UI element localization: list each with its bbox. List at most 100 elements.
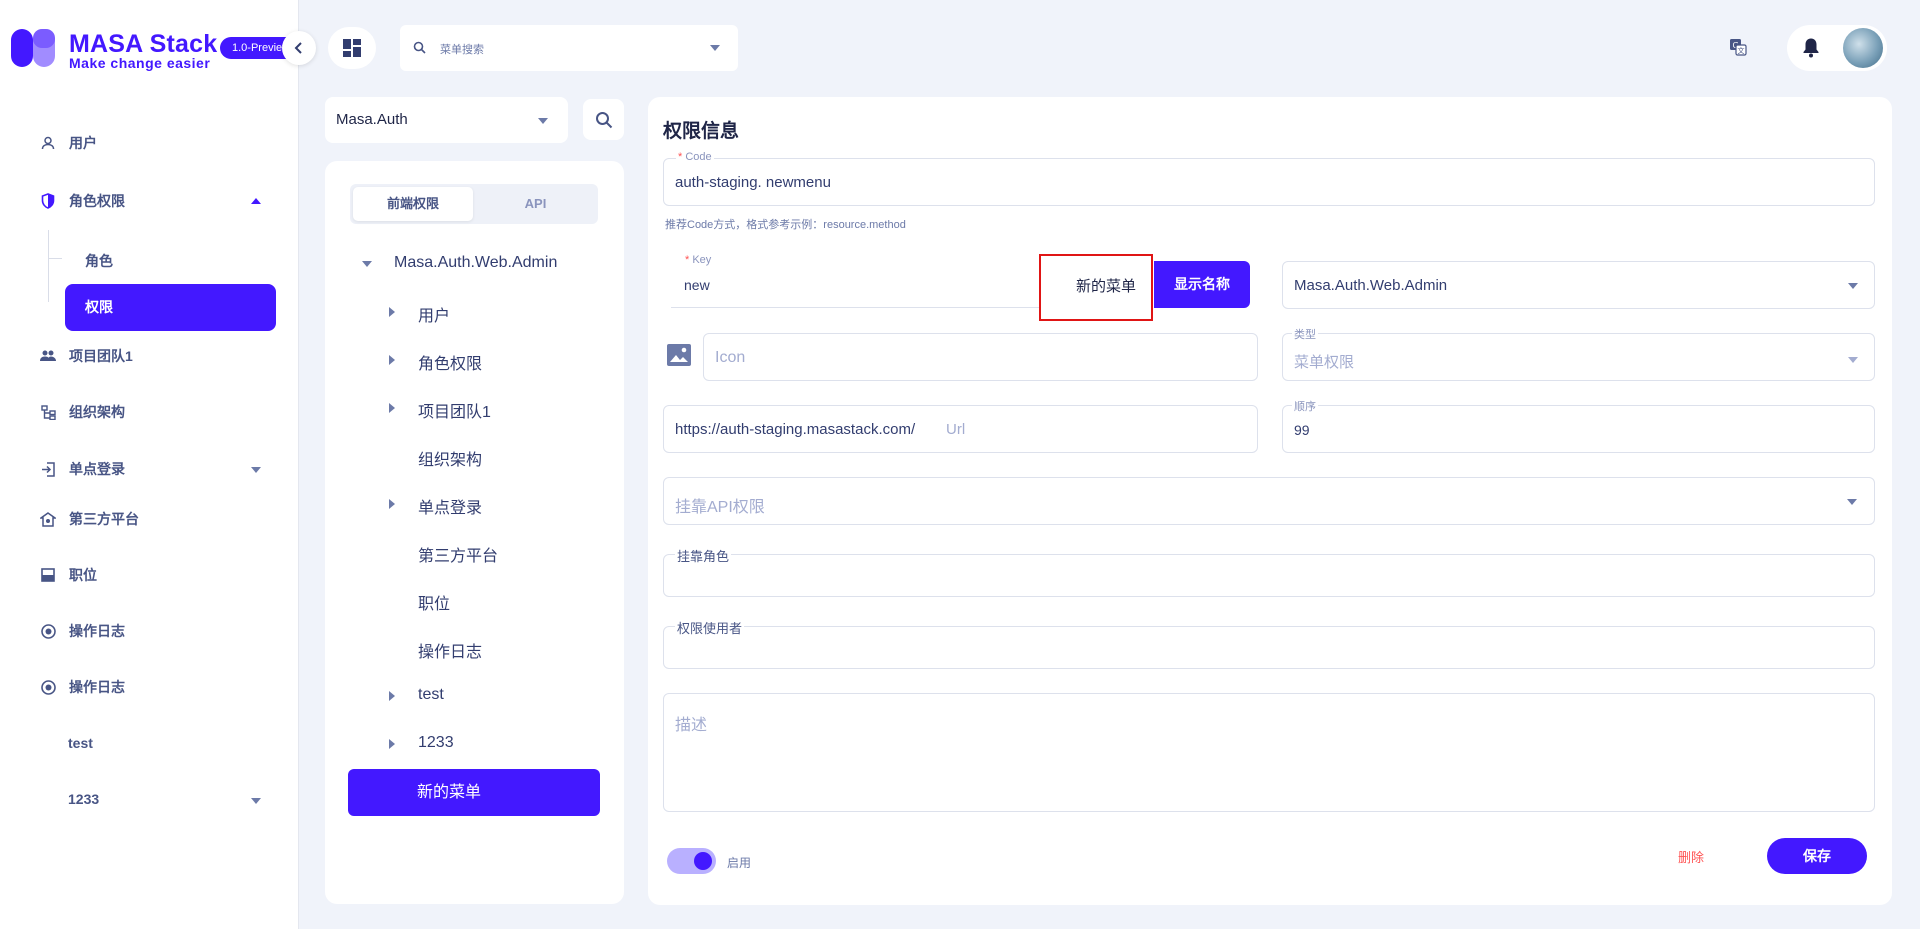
delete-button[interactable]: 删除 [1678, 847, 1704, 866]
code-label: * Code [676, 151, 714, 163]
chevron-down-icon[interactable] [251, 798, 261, 804]
tree-node[interactable]: 用户 [418, 302, 450, 326]
users-field[interactable] [663, 626, 1875, 669]
caret-right-icon[interactable] [389, 403, 395, 413]
menu-search-input[interactable]: 菜单搜索 [400, 25, 738, 71]
sidebar-item-test[interactable]: test [68, 735, 93, 751]
icon-field[interactable]: Icon [703, 333, 1258, 381]
chevron-down-icon [538, 118, 548, 124]
tree-root[interactable]: Masa.Auth.Web.Admin [394, 254, 557, 272]
app-field[interactable]: Masa.Auth.Web.Admin [1282, 261, 1875, 309]
tree-node[interactable]: 项目团队1 [418, 398, 491, 422]
sidebar-item-log[interactable]: 操作日志 [40, 621, 125, 641]
tab-api[interactable]: API [476, 187, 595, 221]
tree-node[interactable]: 职位 [418, 590, 450, 614]
sidebar-item-label: 操作日志 [69, 679, 125, 695]
team-icon [40, 348, 56, 364]
url-field[interactable]: https://auth-staging.masastack.com/ Url [663, 405, 1258, 453]
order-value: 99 [1294, 422, 1310, 438]
caret-right-icon[interactable] [389, 691, 395, 701]
permission-type-toggle: 前端权限 API [350, 184, 598, 224]
enable-label: 启用 [727, 856, 752, 870]
tree-node[interactable]: 单点登录 [418, 494, 482, 518]
icon-placeholder: Icon [715, 349, 746, 366]
tree-node-selected[interactable]: 新的菜单 [348, 769, 600, 816]
tree-search-button[interactable] [583, 99, 624, 140]
log-icon [40, 623, 56, 639]
collapse-sidebar-button[interactable] [282, 31, 316, 65]
sidebar-item-third-party[interactable]: 第三方平台 [40, 509, 139, 529]
caret-down-icon[interactable] [362, 261, 372, 267]
code-value: auth-staging. newmenu [675, 174, 831, 191]
type-label: 类型 [1292, 326, 1318, 342]
app-select[interactable]: Masa.Auth [325, 97, 568, 143]
sidebar-item-permission[interactable]: 权限 [65, 284, 276, 331]
api-placeholder: 挂靠API权限 [675, 499, 765, 516]
chevron-down-icon [1848, 283, 1858, 289]
user-icon [40, 135, 56, 151]
order-field[interactable]: 99 [1282, 405, 1875, 453]
key-value: new [684, 277, 710, 293]
tree-line [48, 230, 49, 302]
sidebar-item-position[interactable]: 职位 [40, 565, 97, 585]
tree-node[interactable]: 操作日志 [418, 638, 482, 662]
form-title: 权限信息 [663, 121, 740, 142]
sidebar-item-project-team[interactable]: 项目团队1 [40, 346, 133, 366]
translate-icon[interactable]: G文 [1729, 38, 1747, 56]
sidebar-item-label: 组织架构 [69, 404, 125, 420]
app-select-value: Masa.Auth [336, 111, 408, 128]
chevron-down-icon [1848, 357, 1858, 363]
display-name-button[interactable]: 显示名称 [1154, 261, 1250, 308]
search-icon [413, 41, 426, 54]
bell-icon[interactable] [1802, 37, 1820, 58]
code-field[interactable]: auth-staging. newmenu [663, 158, 1875, 206]
sidebar-item-log-2[interactable]: 操作日志 [40, 677, 125, 697]
url-prefix: https://auth-staging.masastack.com/ [675, 421, 916, 438]
sidebar-item-sso[interactable]: 单点登录 [40, 459, 125, 479]
key-label: * Key [683, 254, 714, 266]
tree-line [48, 258, 62, 259]
caret-right-icon[interactable] [389, 739, 395, 749]
chevron-down-icon[interactable] [251, 467, 261, 473]
svg-text:文: 文 [1738, 46, 1745, 55]
dashboard-button[interactable] [328, 27, 376, 69]
sidebar: MASA Stack Make change easier 1.0-Previe… [0, 0, 299, 929]
tree-node[interactable]: 第三方平台 [418, 542, 498, 566]
chevron-up-icon[interactable] [251, 198, 261, 204]
key-field[interactable]: new [671, 260, 1041, 308]
roles-field[interactable] [663, 554, 1875, 597]
users-label: 权限使用者 [675, 618, 745, 637]
api-permission-select[interactable]: 挂靠API权限 [663, 477, 1875, 525]
caret-right-icon[interactable] [389, 307, 395, 317]
type-select[interactable]: 菜单权限 [1282, 333, 1875, 381]
sidebar-item-label: 职位 [69, 567, 97, 583]
shield-icon [40, 193, 56, 209]
sidebar-item-role[interactable]: 角色 [85, 251, 113, 271]
sidebar-item-roles[interactable]: 角色权限 [40, 191, 125, 211]
roles-label: 挂靠角色 [675, 546, 732, 565]
image-icon[interactable] [667, 344, 691, 366]
caret-right-icon[interactable] [389, 499, 395, 509]
search-placeholder: 菜单搜索 [440, 44, 484, 56]
logo-icon [11, 25, 57, 71]
chevron-down-icon [1847, 499, 1857, 505]
type-value: 菜单权限 [1294, 354, 1355, 371]
code-hint: 推荐Code方式，格式参考示例：resource.method [665, 219, 906, 231]
tree-node[interactable]: 角色权限 [418, 350, 482, 374]
sidebar-item-label: 项目团队1 [69, 348, 133, 364]
log-icon [40, 679, 56, 695]
sidebar-item-users[interactable]: 用户 [40, 133, 97, 153]
tree-node[interactable]: 1233 [418, 734, 454, 752]
sidebar-item-org[interactable]: 组织架构 [40, 402, 125, 422]
enable-switch-knob[interactable] [694, 852, 712, 870]
tree-node[interactable]: test [418, 686, 444, 704]
order-label: 顺序 [1292, 398, 1318, 414]
login-icon [40, 461, 56, 477]
tree-node[interactable]: 组织架构 [418, 446, 482, 470]
save-button[interactable]: 保存 [1767, 838, 1867, 874]
description-field[interactable]: 描述 [663, 693, 1875, 812]
caret-right-icon[interactable] [389, 355, 395, 365]
sidebar-item-1233[interactable]: 1233 [68, 791, 99, 807]
tab-frontend-permission[interactable]: 前端权限 [353, 187, 473, 221]
avatar[interactable] [1843, 28, 1883, 68]
